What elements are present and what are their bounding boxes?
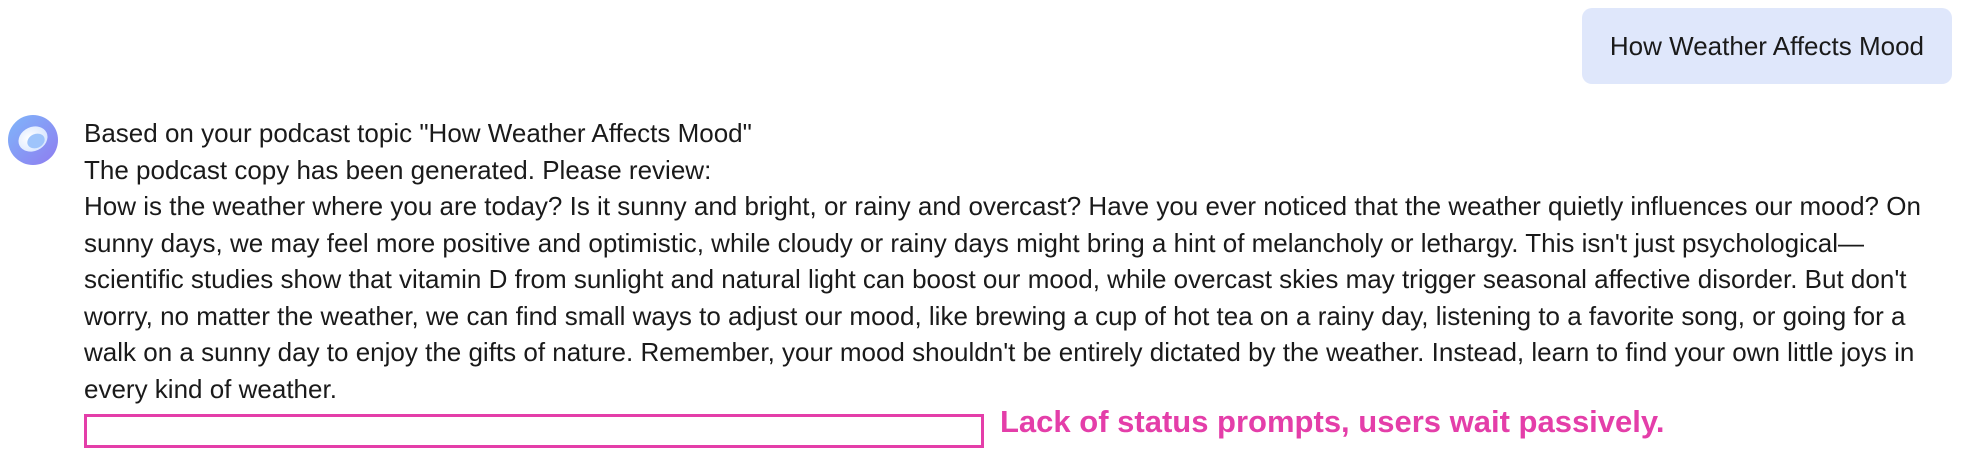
podcast-copy-text: How is the weather where you are today? … [84, 191, 1921, 404]
missing-status-highlight-box [84, 414, 984, 448]
user-message-bubble: How Weather Affects Mood [1581, 8, 1952, 84]
user-message-text: How Weather Affects Mood [1609, 30, 1924, 61]
annotation-label: Lack of status prompts, users wait passi… [1000, 404, 1665, 439]
reply-intro-line: Based on your podcast topic "How Weather… [84, 118, 752, 148]
assistant-reply: Based on your podcast topic "How Weather… [84, 115, 1954, 407]
assistant-avatar [5, 112, 61, 168]
gradient-swirl-logo-icon [8, 115, 58, 165]
reply-status-line: The podcast copy has been generated. Ple… [84, 154, 712, 185]
